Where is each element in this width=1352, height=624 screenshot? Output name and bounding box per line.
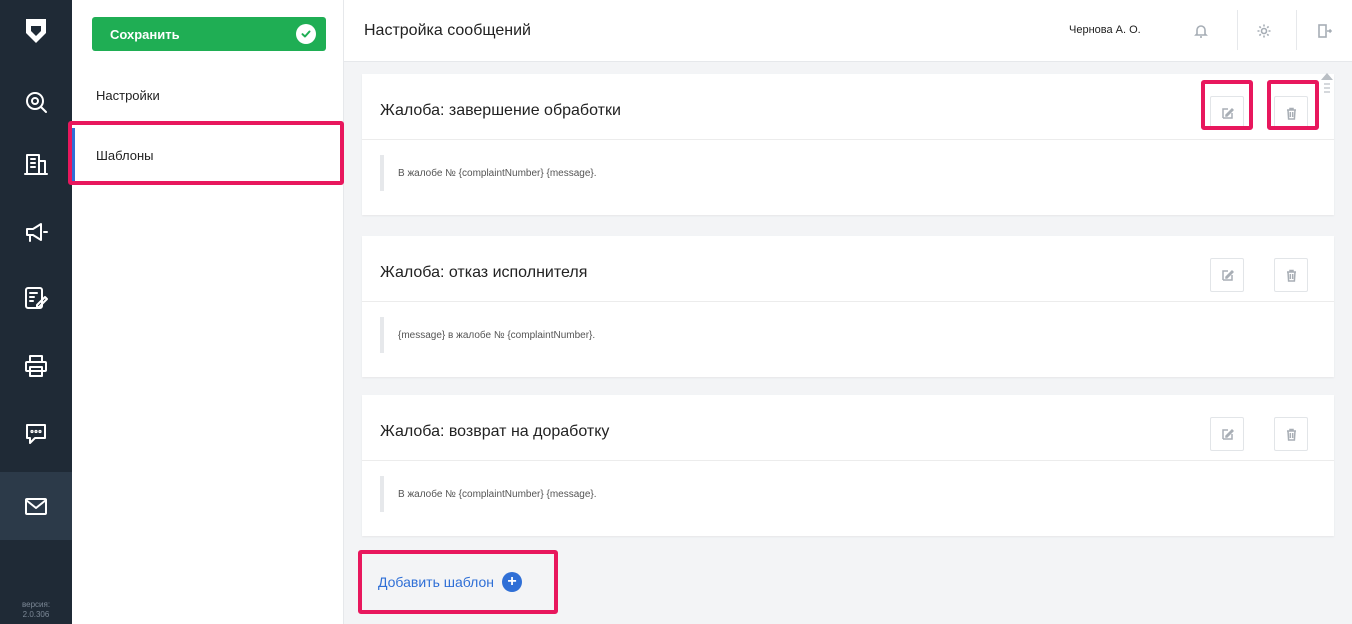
trash-icon (1286, 428, 1296, 441)
template-card-body: {message} в жалобе № {complaintNumber}. (362, 302, 1334, 377)
template-title: Жалоба: возврат на доработку (380, 423, 610, 440)
sidebar-item-label: Шаблоны (96, 148, 154, 163)
template-card: Жалоба: отказ исполнителя {message} в жа… (362, 236, 1334, 377)
header-divider (1296, 10, 1297, 50)
template-card-body: В жалобе № {complaintNumber} {message}. (362, 461, 1334, 536)
edit-template-button[interactable] (1210, 96, 1244, 130)
sidebar-item-templates[interactable]: Шаблоны (72, 128, 344, 184)
save-button[interactable]: Сохранить (92, 17, 326, 51)
app-version: версия: 2.0.306 (0, 600, 72, 620)
edit-icon (1221, 107, 1234, 119)
trash-icon (1286, 269, 1296, 282)
logout-icon (1318, 24, 1332, 38)
printer-icon (25, 355, 47, 377)
templates-list: Жалоба: завершение обработки В жалобе № … (344, 62, 1352, 624)
rail-chat[interactable] (0, 400, 72, 468)
delete-template-button[interactable] (1274, 96, 1308, 130)
rail-announcements[interactable] (0, 198, 72, 266)
sidebar-item-settings[interactable]: Настройки (72, 68, 344, 124)
edit-icon (1221, 428, 1234, 440)
rail-messages[interactable] (0, 472, 72, 540)
delete-template-button[interactable] (1274, 258, 1308, 292)
user-name[interactable]: Чернова А. О. (1069, 24, 1141, 36)
mail-icon (25, 498, 47, 515)
trash-icon (1286, 107, 1296, 120)
top-header: Настройка сообщений Чернова А. О. (344, 0, 1352, 62)
template-title: Жалоба: отказ исполнителя (380, 264, 588, 281)
rail-buildings[interactable] (0, 130, 72, 198)
version-number: 2.0.306 (22, 610, 50, 619)
chat-icon (26, 424, 46, 444)
template-title: Жалоба: завершение обработки (380, 102, 621, 119)
logout-button[interactable] (1299, 8, 1349, 54)
bell-icon (1194, 25, 1208, 38)
save-button-label: Сохранить (110, 26, 180, 42)
rail-requests[interactable] (0, 264, 72, 332)
shield-logo-icon[interactable] (0, 0, 72, 62)
edit-template-button[interactable] (1210, 417, 1244, 451)
template-card-header: Жалоба: возврат на доработку (362, 395, 1334, 461)
edit-icon (1221, 269, 1234, 281)
rail-print[interactable] (0, 332, 72, 400)
template-card: Жалоба: завершение обработки В жалобе № … (362, 74, 1334, 215)
sidebar-item-label: Настройки (96, 88, 160, 103)
delete-template-button[interactable] (1274, 417, 1308, 451)
template-card-header: Жалоба: завершение обработки (362, 74, 1334, 140)
search-icon (26, 92, 47, 113)
megaphone-icon (26, 223, 48, 242)
add-template-label: Добавить шаблон (378, 574, 495, 590)
scroll-to-top-button[interactable] (1320, 72, 1334, 100)
template-card-header: Жалоба: отказ исполнителя (362, 236, 1334, 302)
building-icon (24, 154, 48, 175)
app-rail: версия: 2.0.306 (0, 0, 72, 624)
arrow-up-icon (1321, 73, 1333, 93)
template-text: В жалобе № {complaintNumber} {message}. (380, 155, 597, 191)
header-divider (1237, 10, 1238, 50)
page-title: Настройка сообщений (364, 22, 531, 39)
plus-circle-icon: + (502, 572, 523, 592)
template-card: Жалоба: возврат на доработку В жалобе № … (362, 395, 1334, 536)
version-label: версия: (21, 600, 51, 609)
checkmark-icon (296, 24, 316, 44)
edit-template-button[interactable] (1210, 258, 1244, 292)
gear-icon (1257, 24, 1271, 38)
settings-sidebar: Сохранить Настройки Шаблоны (72, 0, 344, 624)
template-card-body: В жалобе № {complaintNumber} {message}. (362, 140, 1334, 215)
template-text: {message} в жалобе № {complaintNumber}. (380, 317, 595, 353)
rail-search[interactable] (0, 68, 72, 136)
notifications-button[interactable] (1176, 8, 1226, 54)
template-text: В жалобе № {complaintNumber} {message}. (380, 476, 597, 512)
settings-button[interactable] (1239, 8, 1289, 54)
edit-list-icon (25, 287, 48, 309)
add-template-button[interactable]: Добавить шаблон + (378, 572, 523, 592)
